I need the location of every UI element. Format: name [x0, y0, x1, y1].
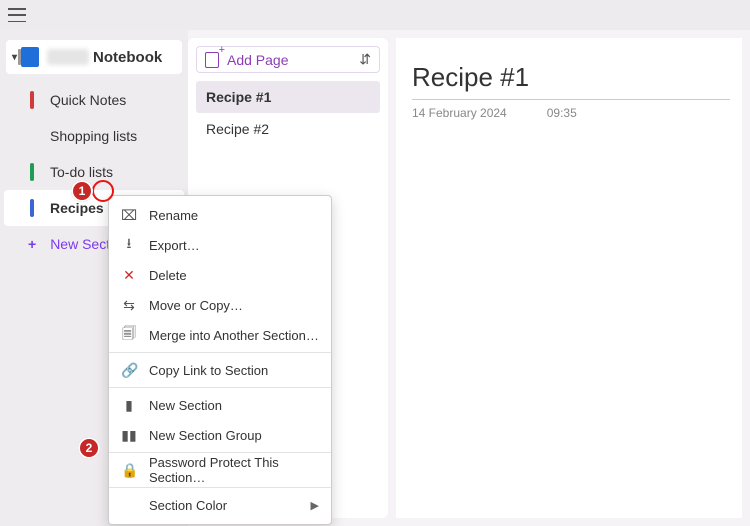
section-shopping-lists[interactable]: Shopping lists	[0, 118, 188, 154]
ctx-move-copy[interactable]: ⇆ Move or Copy…	[109, 290, 331, 320]
ctx-label: New Section Group	[149, 428, 262, 443]
notebook-name-redacted	[47, 49, 89, 65]
notebook-icon	[21, 47, 39, 67]
notebook-title-suffix: Notebook	[93, 49, 162, 66]
section-label: Recipes	[50, 200, 104, 216]
section-color-tab	[30, 127, 34, 145]
ctx-label: Section Color	[149, 498, 227, 513]
page-title: Recipe #1	[206, 89, 271, 105]
ctx-export[interactable]: ⭳ Export…	[109, 230, 331, 260]
page-meta: 14 February 2024 09:35	[412, 106, 730, 120]
section-quick-notes[interactable]: Quick Notes	[0, 82, 188, 118]
menu-separator	[109, 487, 331, 488]
page-title: Recipe #2	[206, 121, 269, 137]
page-item-recipe-2[interactable]: Recipe #2	[196, 113, 380, 145]
add-page-button[interactable]: Add Page	[205, 52, 289, 68]
ctx-password-protect[interactable]: 🔒 Password Protect This Section…	[109, 455, 331, 485]
section-color-tab	[30, 163, 34, 181]
add-page-label: Add Page	[227, 52, 289, 68]
hamburger-icon[interactable]	[8, 8, 26, 22]
ctx-label: Move or Copy…	[149, 298, 243, 313]
title-bar	[0, 0, 750, 30]
section-group-icon: ▮▮	[121, 427, 137, 444]
page-content: Recipe #1 14 February 2024 09:35	[396, 38, 742, 518]
ctx-delete[interactable]: ✕ Delete	[109, 260, 331, 290]
annotation-badge-1: 1	[71, 180, 93, 202]
plus-icon: +	[28, 236, 36, 252]
chevron-down-icon: ▾	[12, 52, 17, 63]
section-icon: ▮	[121, 397, 137, 414]
merge-icon: 🗐	[121, 323, 137, 347]
ctx-new-section-group[interactable]: ▮▮ New Section Group	[109, 420, 331, 450]
add-page-icon	[205, 52, 219, 68]
annotation-badge-2: 2	[78, 437, 100, 459]
page-date: 14 February 2024	[412, 106, 507, 120]
page-heading[interactable]: Recipe #1	[412, 62, 730, 93]
chevron-right-icon: ▶	[311, 499, 319, 512]
move-icon: ⇆	[121, 297, 137, 314]
section-color-tab	[30, 91, 34, 109]
sort-icon[interactable]: ⇵	[359, 51, 371, 68]
notebook-header[interactable]: ▾ Notebook	[6, 40, 182, 74]
ctx-rename[interactable]: ⌧ Rename	[109, 200, 331, 230]
ctx-label: Merge into Another Section…	[149, 328, 319, 343]
link-icon: 🔗	[121, 362, 137, 379]
lock-icon: 🔒	[121, 462, 137, 479]
annotation-ring-1	[92, 180, 114, 202]
ctx-section-color[interactable]: Section Color ▶	[109, 490, 331, 520]
section-label: To-do lists	[50, 164, 113, 180]
section-label: Quick Notes	[50, 92, 126, 108]
context-menu: ⌧ Rename ⭳ Export… ✕ Delete ⇆ Move or Co…	[108, 195, 332, 525]
page-item-recipe-1[interactable]: Recipe #1	[196, 81, 380, 113]
pages-toolbar: Add Page ⇵	[196, 46, 380, 73]
menu-separator	[109, 387, 331, 388]
ctx-label: Rename	[149, 208, 198, 223]
delete-icon: ✕	[121, 267, 137, 284]
menu-separator	[109, 352, 331, 353]
menu-separator	[109, 452, 331, 453]
section-label: Shopping lists	[50, 128, 137, 144]
section-color-tab	[30, 199, 34, 217]
ctx-merge[interactable]: 🗐 Merge into Another Section…	[109, 320, 331, 350]
page-time: 09:35	[547, 106, 577, 120]
rename-icon: ⌧	[121, 207, 137, 224]
ctx-label: Copy Link to Section	[149, 363, 268, 378]
ctx-label: Delete	[149, 268, 187, 283]
export-icon: ⭳	[121, 233, 137, 257]
ctx-label: Password Protect This Section…	[149, 455, 319, 485]
ctx-label: New Section	[149, 398, 222, 413]
ctx-new-section[interactable]: ▮ New Section	[109, 390, 331, 420]
separator	[412, 99, 730, 100]
ctx-label: Export…	[149, 238, 200, 253]
ctx-copy-link[interactable]: 🔗 Copy Link to Section	[109, 355, 331, 385]
